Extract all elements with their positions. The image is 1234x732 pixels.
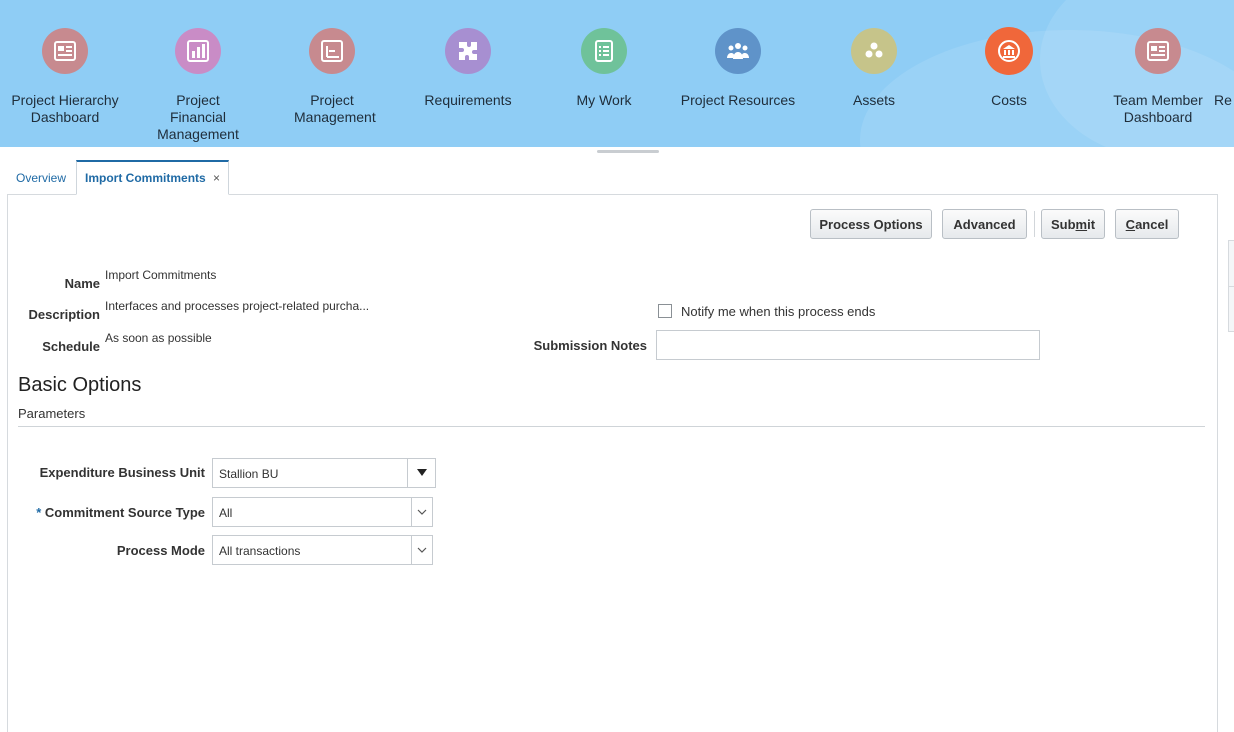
process-mode-select[interactable]: All transactions [212, 535, 433, 565]
cancel-access-key: C [1125, 216, 1136, 232]
tab-overview[interactable]: Overview [8, 160, 74, 195]
commitment-source-type-select[interactable]: All [212, 497, 433, 527]
nav-label: Requirements [424, 92, 512, 108]
submit-button[interactable]: Submit [1041, 209, 1105, 239]
people-icon [715, 28, 761, 74]
notify-checkbox[interactable] [658, 304, 672, 318]
submit-label: Sub [1050, 216, 1076, 232]
select-value: All transactions [219, 544, 301, 558]
process-mode-label: Process Mode [116, 543, 205, 558]
schedule-value: As soon as possible [105, 331, 212, 345]
bank-icon [985, 27, 1033, 75]
expenditure-bu-label: Expenditure Business Unit [39, 465, 205, 480]
nav-label: Project Financial Management [157, 92, 239, 142]
nav-project-resources[interactable]: Project Resources [670, 28, 806, 109]
cancel-button[interactable]: Cancel [1115, 209, 1179, 239]
checklist-icon [581, 28, 627, 74]
submission-notes-label: Submission Notes [533, 338, 647, 353]
gantt-icon [309, 28, 355, 74]
nav-costs[interactable]: Costs [941, 27, 1077, 109]
submit-access-key: m [1075, 216, 1088, 232]
nav-project-hierarchy-dashboard[interactable]: Project Hierarchy Dashboard [0, 28, 133, 126]
name-value: Import Commitments [105, 268, 217, 282]
submit-label: it [1087, 216, 1096, 232]
required-marker: * [36, 505, 42, 520]
nav-label: My Work [576, 92, 632, 108]
springboard-band: Project Hierarchy Dashboard Project Fina… [0, 0, 1234, 147]
nav-label: Project Resources [680, 92, 796, 108]
nav-assets[interactable]: Assets [806, 28, 942, 109]
schedule-label: Schedule [42, 339, 100, 354]
field-label: Commitment Source Type [44, 505, 205, 520]
nav-label: Costs [991, 92, 1027, 108]
nav-project-management[interactable]: Project Management [264, 28, 400, 126]
description-label: Description [28, 307, 100, 322]
nav-project-financial-management[interactable]: Project Financial Management [130, 28, 266, 143]
chevron-down-icon[interactable] [411, 536, 432, 564]
nav-label: Team Member Dashboard [1113, 92, 1203, 125]
nav-label: Assets [852, 92, 895, 108]
chevron-down-icon[interactable] [411, 498, 432, 526]
springboard-collapse-handle[interactable] [597, 150, 659, 153]
nav-my-work[interactable]: My Work [536, 28, 672, 109]
expenditure-bu-select[interactable]: Stallion BU [212, 458, 436, 488]
tab-bar: Overview Import Commitments × [8, 160, 230, 195]
nav-requirements[interactable]: Requirements [400, 28, 536, 109]
nav-team-member-dashboard[interactable]: Team Member Dashboard [1090, 28, 1226, 126]
name-label: Name [64, 276, 100, 291]
notify-label: Notify me when this process ends [681, 304, 876, 319]
commitment-source-type-label: * Commitment Source Type [10, 505, 205, 520]
select-value: All [219, 506, 233, 520]
tab-import-commitments[interactable]: Import Commitments × [76, 160, 230, 195]
tab-label: Import Commitments [85, 171, 206, 185]
section-divider [18, 426, 1205, 427]
puzzle-icon [445, 28, 491, 74]
select-value: Stallion BU [219, 467, 279, 481]
side-panel-tabs[interactable] [1228, 240, 1234, 332]
nav-label: Re [1214, 92, 1232, 108]
cancel-label: ancel [1135, 216, 1169, 232]
parameters-subtitle: Parameters [18, 406, 86, 421]
close-icon[interactable]: × [213, 171, 220, 185]
nav-truncated-item[interactable]: Re [1214, 28, 1234, 109]
dropdown-arrow-icon[interactable] [407, 459, 435, 487]
bar-chart-icon [175, 28, 221, 74]
dashboard-icon [1135, 28, 1181, 74]
dashboard-icon [42, 28, 88, 74]
section-title: Basic Options [18, 374, 142, 396]
process-options-button[interactable]: Process Options [810, 209, 932, 239]
nav-label: Project Hierarchy Dashboard [11, 92, 119, 125]
submission-notes-input[interactable] [656, 330, 1040, 360]
dots-icon [851, 28, 897, 74]
advanced-button[interactable]: Advanced [942, 209, 1027, 239]
description-value: Interfaces and processes project-related… [105, 299, 370, 313]
nav-label: Project Management [294, 92, 376, 125]
toolbar-separator [1034, 211, 1035, 237]
